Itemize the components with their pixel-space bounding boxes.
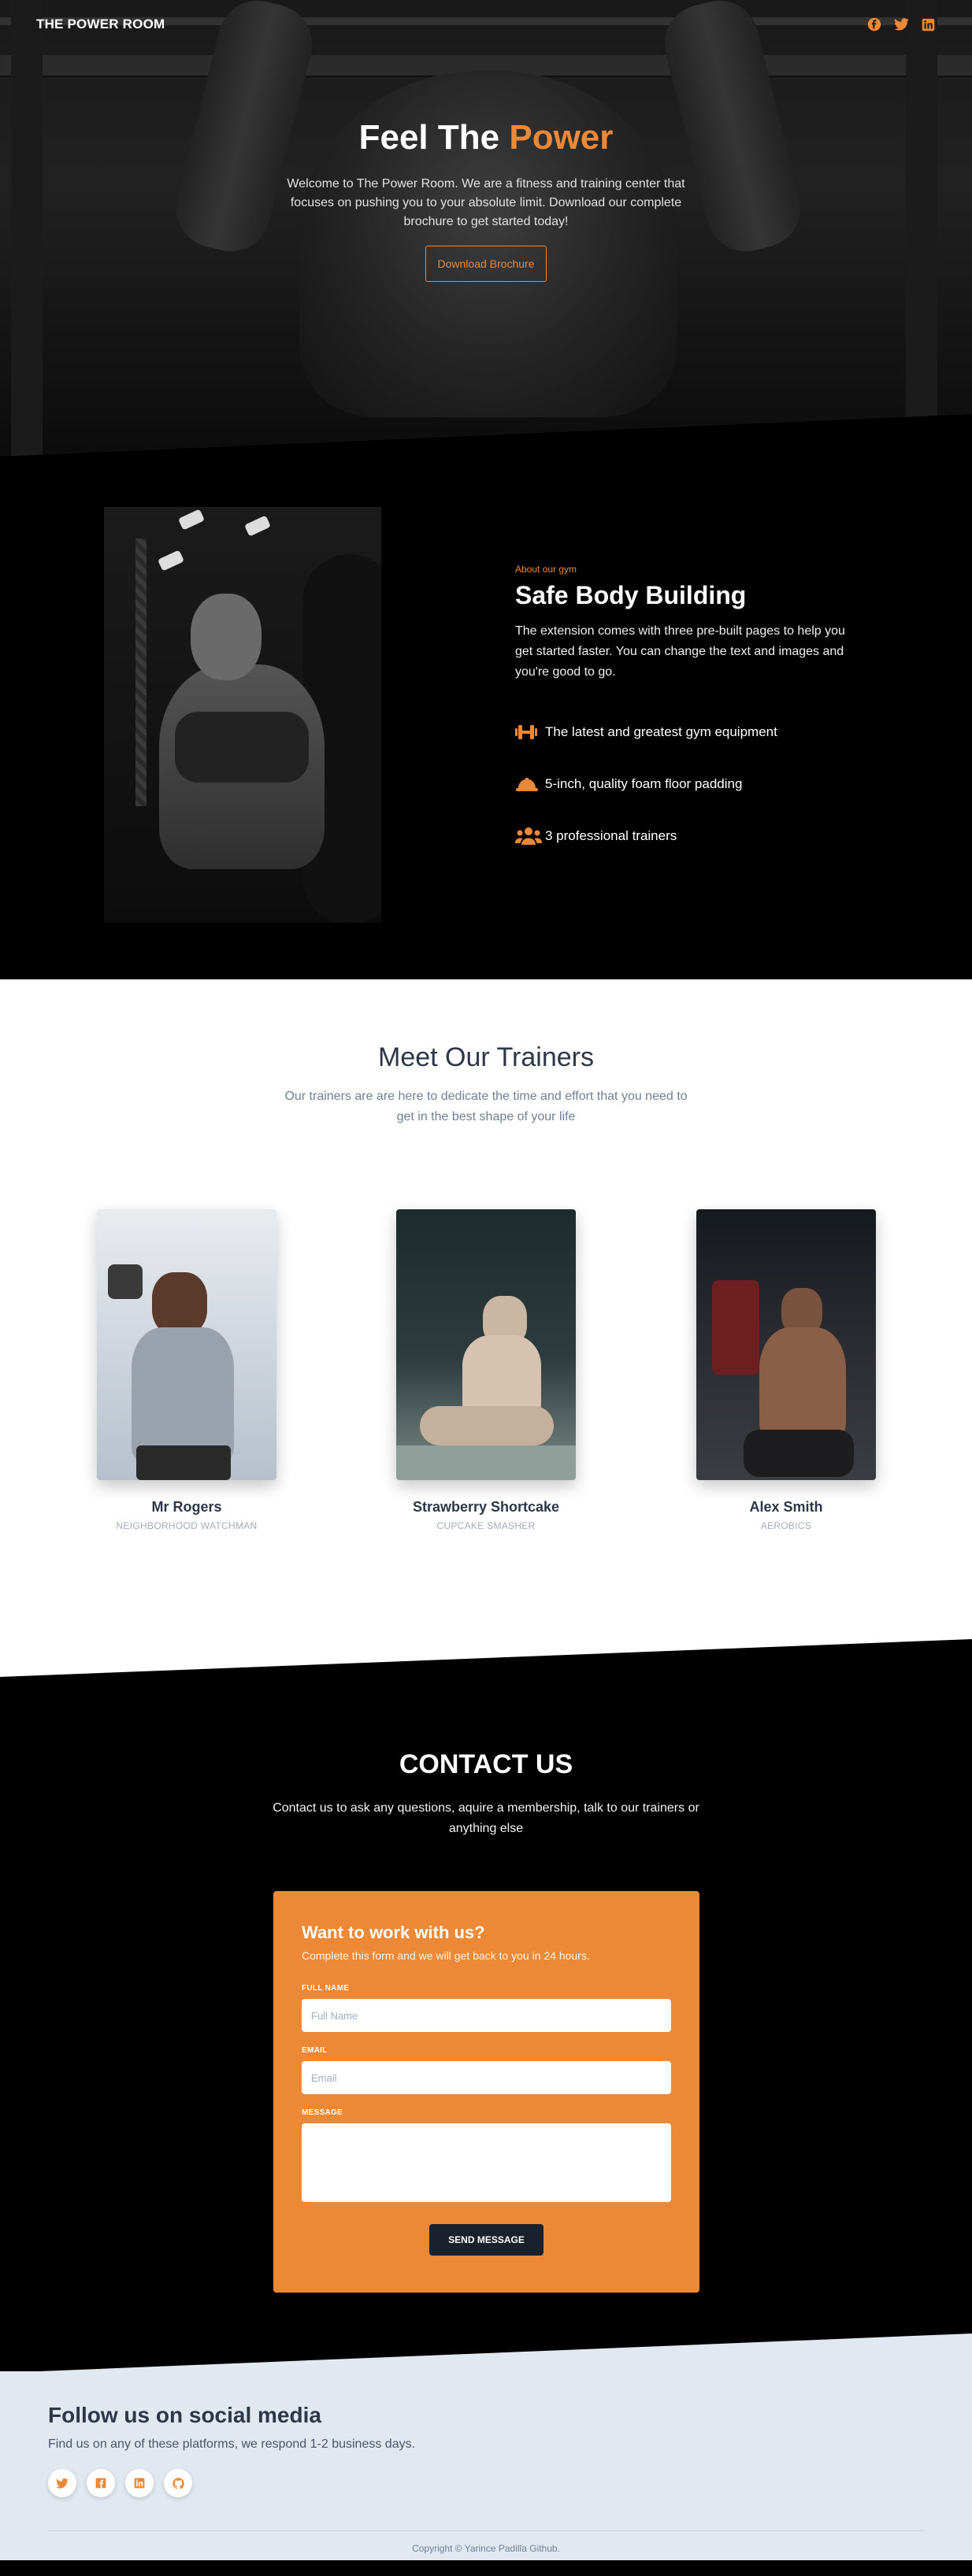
footer-title: Follow us on social media — [48, 2403, 321, 2427]
copyright-text: Copyright © Yarince Padilla Github. — [412, 2543, 560, 2554]
twitter-icon[interactable] — [893, 17, 909, 32]
footer-social-links — [48, 2469, 192, 2497]
top-navbar: THE POWER ROOM — [0, 0, 972, 49]
trainer-card: Strawberry Shortcake Cupcake Smasher — [396, 1209, 576, 1531]
about-section: About our gym Safe Body Building The ext… — [0, 457, 972, 979]
form-subtitle: Complete this form and we will get back … — [302, 1949, 590, 1962]
full-name-input[interactable] — [302, 1999, 671, 2032]
hero-title-accent: Power — [509, 118, 614, 157]
facebook-icon[interactable] — [87, 2469, 115, 2497]
brand-logo[interactable]: THE POWER ROOM — [36, 17, 165, 32]
trainer-card: Mr Rogers Neighborhood Watchman — [97, 1209, 276, 1531]
feature-list: The latest and greatest gym equipment 5-… — [515, 706, 846, 862]
hero-title-plain: Feel The — [358, 118, 500, 157]
footer-subtitle: Find us on any of these platforms, we re… — [48, 2437, 416, 2451]
feature-item: 3 professional trainers — [515, 810, 846, 862]
trainer-name: Strawberry Shortcake — [412, 1499, 560, 1515]
trainers-section: Meet Our Trainers Our trainers are are h… — [0, 979, 972, 1638]
users-icon — [515, 827, 545, 846]
trainer-role: Aerobics — [760, 1520, 812, 1531]
trainer-photo — [97, 1209, 276, 1480]
contact-slant-divider — [0, 1638, 972, 1677]
contact-subtitle: Contact us to ask any questions, aquire … — [273, 1801, 699, 1835]
full-name-label: Full Name — [302, 1984, 350, 1993]
facebook-icon[interactable] — [866, 17, 882, 32]
message-label: Message — [302, 2108, 343, 2117]
about-title: Safe Body Building — [515, 581, 747, 609]
feature-label: The latest and greatest gym equipment — [545, 724, 777, 739]
linkedin-icon[interactable] — [920, 17, 936, 32]
footer-divider — [48, 2530, 924, 2531]
download-brochure-button[interactable]: Download Brochure — [425, 246, 547, 282]
hero-section: Feel The Power Welcome to The Power Room… — [0, 0, 972, 457]
footer: Follow us on social media Find us on any… — [0, 2334, 972, 2560]
email-input[interactable] — [302, 2061, 671, 2094]
form-title: Want to work with us? — [302, 1923, 485, 1942]
trainers-subtitle: Our trainers are are here to dedicate th… — [284, 1090, 688, 1123]
footer-slant-divider — [0, 2334, 972, 2373]
feature-item: The latest and greatest gym equipment — [515, 706, 846, 758]
linkedin-icon[interactable] — [125, 2469, 154, 2497]
trainer-role: Neighborhood Watchman — [116, 1520, 258, 1531]
feature-label: 5-inch, quality foam floor padding — [545, 776, 743, 791]
send-wrap: Send Message — [302, 2224, 671, 2256]
feature-label: 3 professional trainers — [545, 828, 677, 843]
hero-content: Feel The Power Welcome to The Power Room… — [0, 118, 972, 282]
twitter-icon[interactable] — [48, 2469, 76, 2497]
feature-item: 5-inch, quality foam floor padding — [515, 758, 846, 810]
trainer-photo — [396, 1209, 576, 1480]
github-icon[interactable] — [164, 2469, 192, 2497]
contact-form: Want to work with us? Complete this form… — [273, 1891, 699, 2293]
message-textarea[interactable] — [302, 2123, 671, 2202]
hero-slant-divider — [0, 414, 972, 457]
nav-social-icons — [866, 17, 936, 32]
trainer-card: Alex Smith Aerobics — [696, 1209, 876, 1531]
contact-title: CONTACT US — [399, 1749, 573, 1779]
trainer-role: Cupcake Smasher — [436, 1520, 536, 1531]
dumbbell-icon — [515, 723, 545, 742]
contact-section: CONTACT US Contact us to ask any questio… — [0, 1638, 972, 2371]
trainer-photo — [696, 1209, 876, 1480]
trainer-name: Alex Smith — [749, 1499, 823, 1515]
hero-title: Feel The Power — [0, 118, 972, 157]
about-description: The extension comes with three pre-built… — [515, 624, 845, 679]
trainers-title: Meet Our Trainers — [378, 1042, 594, 1072]
about-gym-image — [104, 507, 381, 923]
email-label: Email — [302, 2046, 328, 2055]
send-message-button[interactable]: Send Message — [429, 2224, 544, 2256]
about-text-block: About our gym Safe Body Building The ext… — [515, 564, 846, 862]
about-eyebrow: About our gym — [515, 564, 577, 575]
hard-hat-icon — [515, 775, 545, 793]
hero-description: Welcome to The Power Room. We are a fitn… — [287, 177, 685, 228]
trainer-name: Mr Rogers — [151, 1499, 222, 1515]
